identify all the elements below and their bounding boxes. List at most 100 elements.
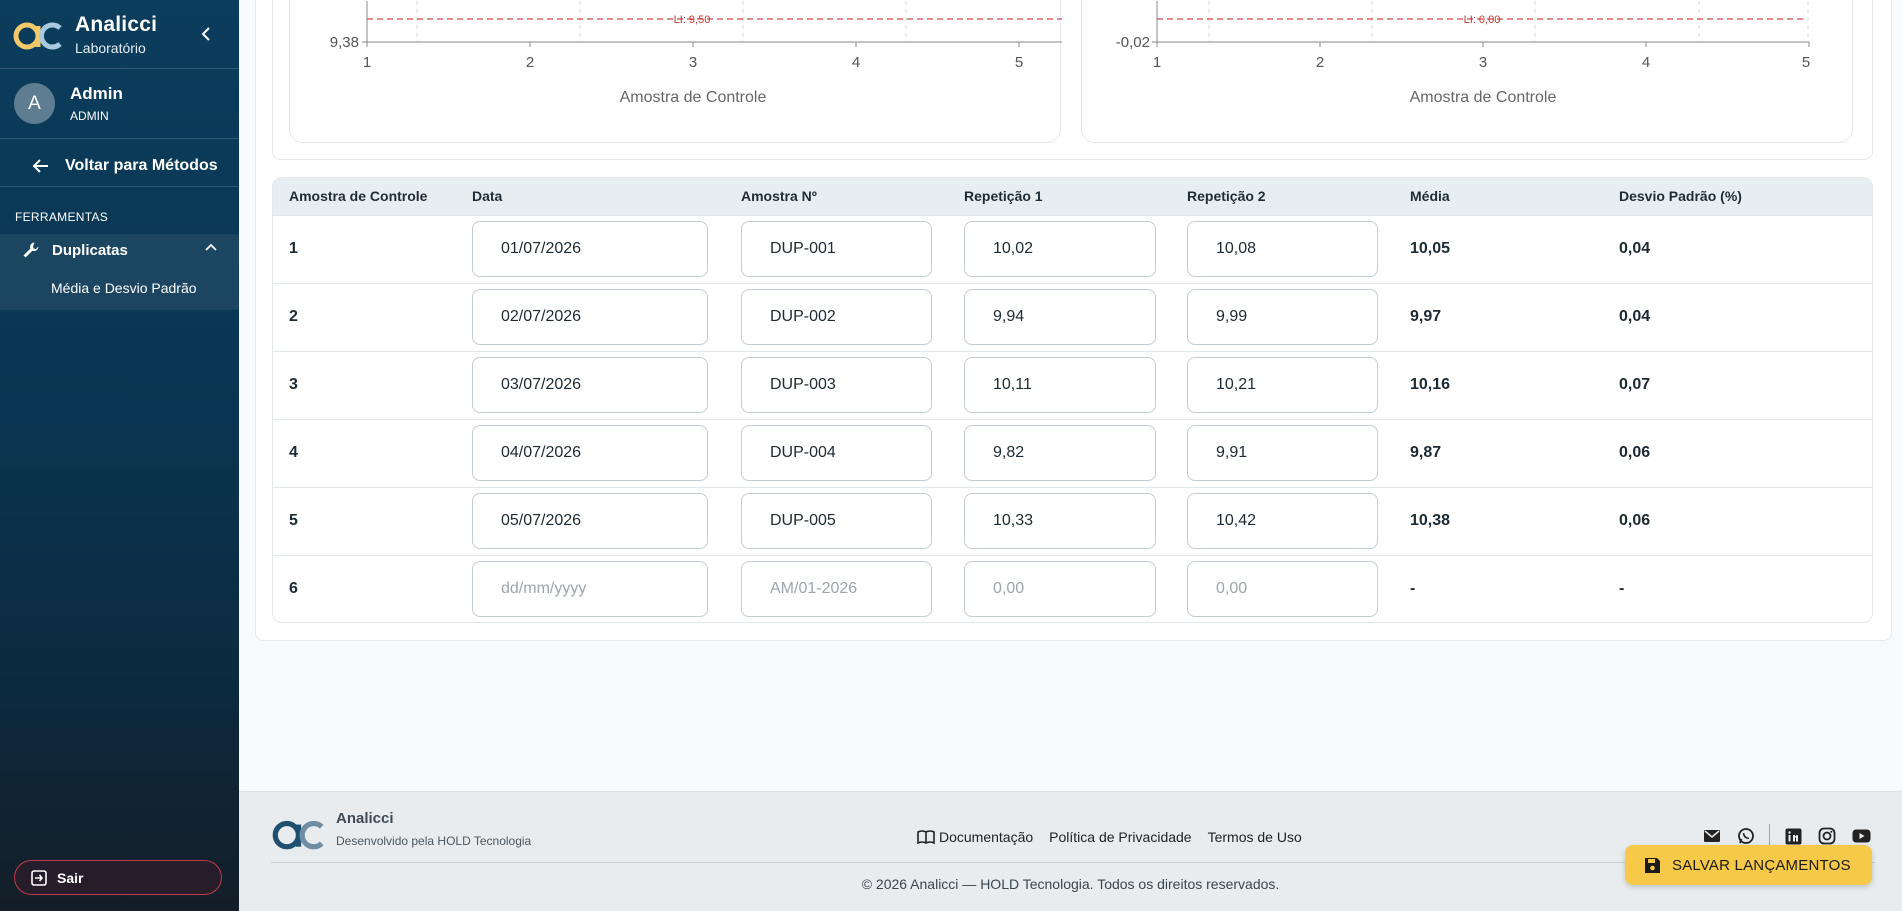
linkedin-icon[interactable]: [1782, 825, 1804, 847]
section-title: FERRAMENTAS: [15, 210, 109, 224]
row-number: 2: [289, 308, 298, 325]
arrow-left-icon: [32, 158, 48, 173]
footer-link-documentation[interactable]: Documentação: [939, 829, 1033, 845]
repetition-1-input[interactable]: 10,33: [964, 493, 1156, 549]
footer-links: Documentação Política de Privacidade Ter…: [917, 829, 1318, 845]
table-row-new: 6 dd/mm/yyyy AM/01-2026 0,00 0,00 - -: [273, 555, 1872, 622]
repetition-1-input[interactable]: 0,00: [964, 561, 1156, 618]
column-header: Média: [1410, 188, 1450, 205]
x-axis-title: Amostra de Controle: [620, 89, 767, 106]
mean-value: 9,87: [1410, 444, 1442, 461]
table-row: 2 02/07/2026 DUP-002 9,94 9,99 9,97 0,04: [273, 283, 1872, 351]
mean-chart-svg: LI: 9,50 9,38 1 2 3 4 5 Amostra de Contr…: [330, 1, 1062, 106]
row-number: 5: [289, 512, 298, 529]
repetition-2-input[interactable]: 0,00: [1187, 561, 1378, 618]
row-number: 3: [289, 376, 298, 393]
brand: Analicci Laboratório: [0, 0, 239, 69]
row-number: 4: [289, 444, 298, 461]
logout-label: Sair: [57, 869, 84, 886]
sample-number-input[interactable]: DUP-003: [741, 357, 932, 413]
instagram-icon[interactable]: [1816, 825, 1838, 847]
user-profile[interactable]: A Admin ADMIN: [0, 69, 239, 139]
lower-limit-label: LI: 9,50: [674, 14, 711, 26]
sample-number-input[interactable]: DUP-004: [741, 425, 932, 481]
logout-button[interactable]: Sair: [14, 860, 222, 895]
save-entries-button[interactable]: SALVAR LANÇAMENTOS: [1625, 845, 1872, 885]
date-input[interactable]: 04/07/2026: [472, 425, 708, 481]
std-dev-value: 0,04: [1619, 308, 1651, 325]
date-input[interactable]: 03/07/2026: [472, 357, 708, 413]
sidebar-item-media-desvio[interactable]: Média e Desvio Padrão: [0, 266, 239, 310]
results-table: Amostra de Controle Data Amostra Nº Repe…: [272, 177, 1873, 623]
back-to-methods-link[interactable]: Voltar para Métodos: [0, 145, 239, 187]
mean-chart: LI: 9,50 9,38 1 2 3 4 5 Amostra de Contr…: [289, 0, 1062, 143]
user-role: ADMIN: [70, 109, 109, 123]
logout-icon: [31, 869, 47, 886]
main-content: LI: 9,50 9,38 1 2 3 4 5 Amostra de Contr…: [239, 0, 1902, 911]
date-input[interactable]: 01/07/2026: [472, 221, 708, 277]
date-input[interactable]: 02/07/2026: [472, 289, 708, 345]
y-axis-min-label: 9,38: [330, 34, 359, 51]
chevron-left-icon: [201, 27, 210, 41]
repetition-2-input[interactable]: 10,42: [1187, 493, 1378, 549]
sample-number-input[interactable]: DUP-005: [741, 493, 932, 549]
brand-name: Analicci: [75, 12, 158, 36]
x-axis-title: Amostra de Controle: [1410, 89, 1557, 106]
table-header-row: Amostra de Controle Data Amostra Nº Repe…: [273, 178, 1872, 215]
x-tick-label: 5: [1802, 54, 1810, 71]
repetition-1-input[interactable]: 10,11: [964, 357, 1156, 413]
youtube-icon[interactable]: [1850, 825, 1872, 847]
std-dev-value: -: [1619, 580, 1625, 598]
footer-logo: [272, 820, 324, 850]
x-tick-label: 4: [1642, 54, 1650, 71]
row-number: 6: [289, 580, 298, 598]
mean-value: 9,97: [1410, 308, 1442, 325]
sidebar-item-duplicatas[interactable]: Duplicatas: [0, 234, 239, 266]
whatsapp-icon[interactable]: [1735, 825, 1757, 847]
save-button-label: SALVAR LANÇAMENTOS: [1672, 856, 1851, 874]
x-tick-label: 4: [852, 54, 860, 71]
x-tick-label: 3: [689, 54, 697, 71]
table-row: 5 05/07/2026 DUP-005 10,33 10,42 10,38 0…: [273, 487, 1872, 555]
repetition-1-input[interactable]: 9,82: [964, 425, 1156, 481]
wrench-icon: [23, 242, 39, 258]
sample-number-input[interactable]: AM/01-2026: [741, 561, 932, 618]
column-header: Amostra de Controle: [289, 188, 428, 205]
footer-brand-subtitle: Desenvolvido pela HOLD Tecnologia: [336, 834, 532, 848]
sample-number-input[interactable]: DUP-002: [741, 289, 932, 345]
footer-link-terms[interactable]: Termos de Uso: [1208, 829, 1302, 845]
mail-icon[interactable]: [1701, 825, 1723, 847]
x-tick-label: 5: [1015, 54, 1023, 71]
sidebar-item-label: Duplicatas: [52, 241, 128, 259]
column-header: Data: [472, 188, 503, 205]
repetition-1-input[interactable]: 10,02: [964, 221, 1156, 277]
y-axis-min-label: -0,02: [1116, 34, 1150, 51]
date-input[interactable]: dd/mm/yyyy: [472, 561, 708, 618]
repetition-2-input[interactable]: 9,91: [1187, 425, 1378, 481]
row-number: 1: [289, 240, 298, 257]
repetition-2-input[interactable]: 10,21: [1187, 357, 1378, 413]
user-name: Admin: [70, 84, 123, 103]
brand-logo: [13, 22, 62, 50]
repetition-2-input[interactable]: 9,99: [1187, 289, 1378, 345]
x-tick-label: 2: [526, 54, 534, 71]
sample-number-input[interactable]: DUP-001: [741, 221, 932, 277]
std-dev-value: 0,07: [1619, 376, 1651, 393]
nav-group-duplicatas: Duplicatas Média e Desvio Padrão: [0, 234, 239, 310]
mean-value: 10,05: [1410, 240, 1451, 257]
repetition-2-input[interactable]: 10,08: [1187, 221, 1378, 277]
lower-limit-label: LI: 0,00: [1464, 14, 1501, 26]
book-icon: [917, 830, 935, 844]
column-header: Repetição 1: [964, 188, 1043, 205]
repetition-1-input[interactable]: 9,94: [964, 289, 1156, 345]
mean-value: -: [1410, 580, 1416, 598]
date-input[interactable]: 05/07/2026: [472, 493, 708, 549]
mean-value: 10,38: [1410, 512, 1451, 529]
table-row: 3 03/07/2026 DUP-003 10,11 10,21 10,16 0…: [273, 351, 1872, 419]
collapse-sidebar-button[interactable]: [196, 22, 216, 46]
footer-link-privacy[interactable]: Política de Privacidade: [1049, 829, 1191, 845]
x-tick-label: 3: [1479, 54, 1487, 71]
footer-brand-name: Analicci: [336, 810, 394, 827]
std-dev-value: 0,06: [1619, 444, 1651, 461]
deviation-chart-svg: LI: 0,00 -0,02 1 2 3 4 5 Amostra de Cont…: [1116, 1, 1810, 106]
